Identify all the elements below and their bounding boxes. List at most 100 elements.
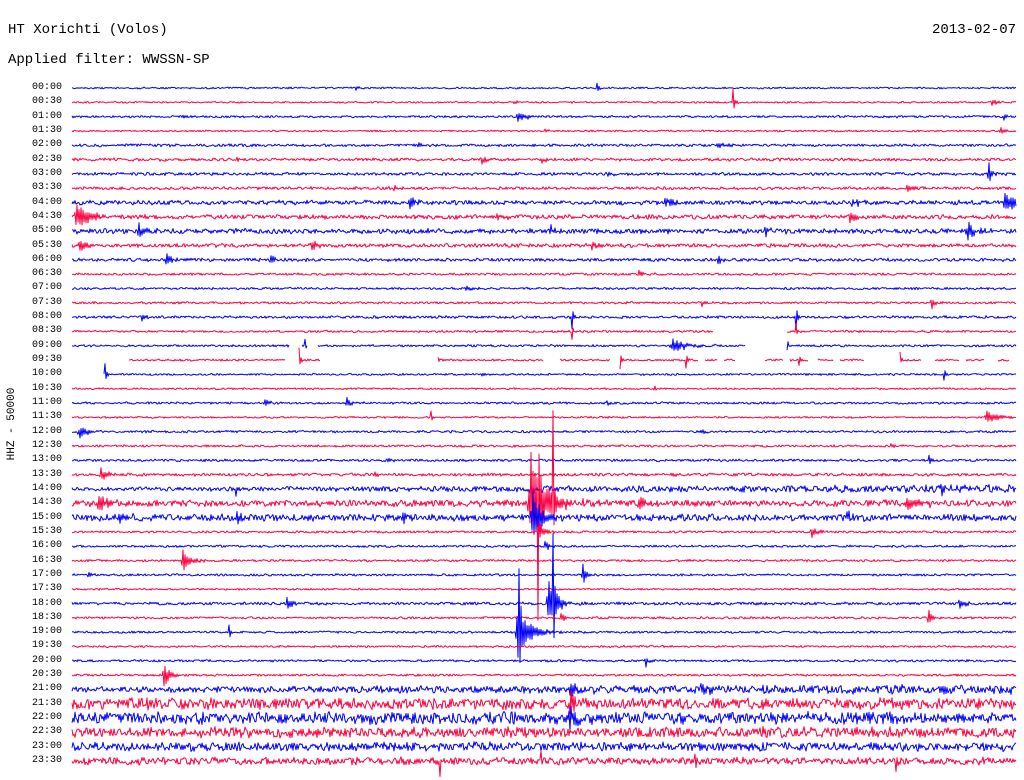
time-label: 07:00 — [31, 282, 62, 294]
trace-2100 — [71, 683, 1017, 697]
time-label: 22:00 — [31, 712, 62, 724]
time-label: 07:30 — [31, 296, 62, 308]
trace-2200 — [71, 706, 1017, 732]
time-label: 14:30 — [31, 497, 62, 509]
trace-1600 — [71, 540, 1017, 551]
time-label: 12:30 — [31, 440, 62, 451]
time-label: 16:30 — [31, 554, 62, 566]
trace-1330 — [71, 467, 1017, 480]
time-label: 03:30 — [31, 182, 62, 194]
trace-0230 — [71, 156, 1017, 165]
time-label: 02:00 — [31, 139, 62, 151]
time-label: 18:30 — [31, 611, 62, 623]
trace-1100 — [71, 397, 1017, 406]
trace-2130 — [71, 690, 1017, 715]
trace-2030 — [71, 665, 1017, 687]
trace-lines — [71, 82, 1017, 778]
seismogram-plot — [71, 82, 1024, 778]
time-label: 01:30 — [31, 124, 62, 136]
time-label: 09:00 — [31, 339, 62, 351]
trace-1200 — [71, 427, 1017, 439]
time-label: 15:30 — [31, 525, 62, 537]
trace-0900 — [71, 338, 1017, 351]
time-label: 06:00 — [31, 253, 62, 265]
time-label: 03:00 — [31, 167, 62, 179]
trace-0400 — [71, 193, 1017, 210]
time-label: 16:00 — [31, 540, 62, 552]
time-label: 08:00 — [31, 311, 62, 323]
trace-1130 — [71, 410, 1017, 422]
trace-0130 — [71, 127, 1017, 134]
time-label: 17:00 — [31, 568, 62, 580]
time-label: 00:30 — [31, 96, 62, 108]
trace-2300 — [71, 741, 1017, 752]
time-label: 17:30 — [31, 583, 62, 595]
trace-0630 — [71, 269, 1017, 277]
time-label: 20:30 — [31, 669, 62, 681]
time-label: 09:30 — [31, 354, 62, 366]
trace-0430 — [71, 204, 1017, 226]
time-label: 19:30 — [31, 640, 62, 652]
trace-0700 — [71, 285, 1017, 291]
time-label: 13:30 — [31, 468, 62, 480]
trace-1230 — [71, 443, 1017, 449]
time-label: 23:00 — [31, 740, 62, 752]
time-label: 23:30 — [31, 755, 62, 767]
time-label: 08:30 — [31, 325, 62, 337]
date-label: 2013-02-07 — [931, 22, 1016, 38]
time-label: 11:30 — [31, 411, 62, 423]
time-label: 15:00 — [31, 511, 62, 523]
time-label: 22:30 — [31, 726, 62, 738]
trace-0100 — [71, 113, 1017, 122]
trace-1530 — [71, 523, 1017, 539]
trace-1800 — [71, 533, 1017, 639]
time-label: 18:00 — [31, 597, 62, 609]
trace-0930 — [129, 348, 1016, 369]
trace-2000 — [71, 658, 1017, 668]
time-label: 13:00 — [31, 454, 62, 466]
time-label: 12:00 — [31, 425, 62, 437]
trace-0800 — [71, 310, 1017, 331]
time-label: 02:30 — [31, 153, 62, 165]
time-label: 05:00 — [31, 225, 62, 237]
trace-1900 — [71, 568, 1017, 664]
time-label: 11:00 — [31, 397, 62, 409]
trace-0500 — [71, 221, 1017, 241]
trace-0300 — [71, 162, 1017, 182]
trace-2230 — [71, 726, 1017, 739]
trace-1630 — [71, 549, 1017, 571]
trace-1300 — [71, 454, 1017, 465]
trace-1500 — [71, 492, 1017, 534]
trace-0830 — [72, 323, 1017, 340]
trace-0000 — [71, 82, 1017, 91]
trace-1030 — [71, 385, 1017, 391]
trace-0200 — [71, 142, 1017, 149]
time-label: 10:30 — [31, 382, 62, 394]
time-label: 20:00 — [31, 654, 62, 666]
time-label: 10:00 — [31, 368, 62, 380]
trace-1730 — [71, 587, 1017, 591]
trace-2330 — [71, 750, 1017, 778]
time-label: 00:00 — [31, 82, 62, 93]
trace-0530 — [71, 240, 1017, 251]
time-labels: 00:00 00:30 01:00 01:30 02:00 02:30 03:00 03:30… — [0, 0, 70, 780]
time-label: 21:00 — [31, 683, 62, 695]
trace-1400 — [71, 483, 1017, 497]
time-label: 14:00 — [31, 482, 62, 494]
time-label: 04:00 — [31, 196, 62, 208]
trace-1830 — [71, 609, 1017, 623]
time-label: 05:30 — [31, 239, 62, 251]
trace-1930 — [71, 644, 1017, 649]
trace-1430 — [71, 410, 1017, 621]
trace-0330 — [71, 184, 1017, 192]
time-label: 06:30 — [31, 268, 62, 280]
time-label: 01:00 — [31, 110, 62, 122]
time-label: 19:00 — [31, 626, 62, 638]
trace-0600 — [71, 253, 1017, 265]
trace-0030 — [71, 88, 1017, 109]
time-label: 04:30 — [31, 210, 62, 222]
time-label: 21:30 — [31, 697, 62, 709]
helicorder-page: HT Xorichti (Volos) 2013-02-07 Applied f… — [0, 0, 1024, 780]
trace-1000 — [103, 363, 1017, 381]
trace-1700 — [71, 563, 1017, 583]
